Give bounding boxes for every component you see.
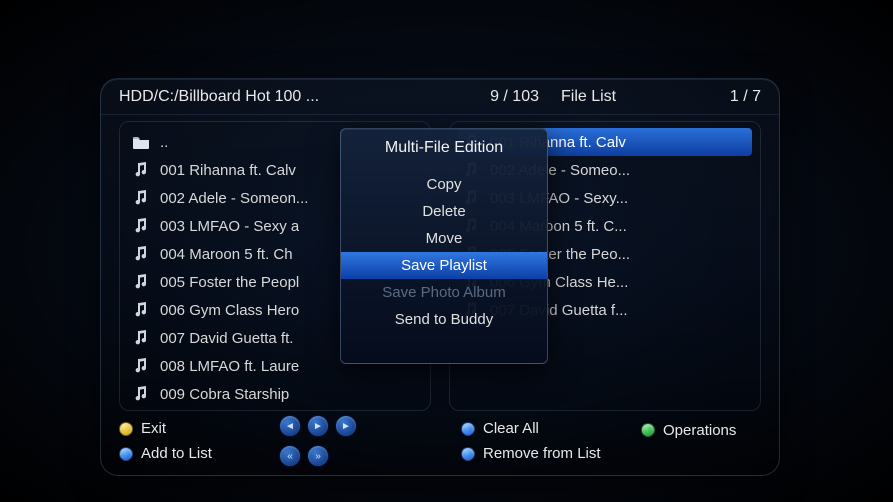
popup-title: Multi-File Edition	[341, 129, 547, 171]
playback-controls-row2: « »	[279, 445, 389, 467]
left-pane-counter: 9 / 103	[449, 88, 539, 106]
fast-forward-button[interactable]: »	[307, 445, 329, 467]
hint-add-to-list: Add to List	[119, 445, 269, 462]
music-note-icon	[132, 358, 150, 374]
music-note-icon	[132, 218, 150, 234]
right-pane-counter: 1 / 7	[671, 88, 761, 106]
yellow-dot-icon	[119, 422, 133, 436]
menu-item-delete[interactable]: Delete	[341, 198, 547, 225]
playback-controls-row1: ◄ ► ►	[279, 415, 389, 437]
music-note-icon	[132, 190, 150, 206]
music-note-icon	[132, 246, 150, 262]
footer-hints: Exit Add to List ◄ ► ► « » Clear All Rem…	[101, 411, 779, 471]
hint-exit: Exit	[119, 420, 269, 437]
list-item-label: 008 LMFAO ft. Laure	[160, 358, 299, 375]
folder-up-icon	[132, 135, 150, 149]
list-item-label: ..	[160, 134, 168, 151]
blue-dot-icon	[119, 447, 133, 461]
menu-item-move[interactable]: Move	[341, 225, 547, 252]
breadcrumb-path: HDD/C:/Billboard Hot 100 ...	[119, 88, 449, 106]
list-item-label: 009 Cobra Starship	[160, 386, 289, 403]
blue-dot-icon	[461, 422, 475, 436]
play-button[interactable]: ►	[307, 415, 329, 437]
menu-item-copy[interactable]: Copy	[341, 171, 547, 198]
music-note-icon	[132, 162, 150, 178]
green-dot-icon	[641, 423, 655, 437]
menu-item-save-photo-album: Save Photo Album	[341, 279, 547, 306]
menu-item-save-playlist[interactable]: Save Playlist	[341, 252, 547, 279]
list-item-label: 002 Adele - Someon...	[160, 190, 308, 207]
menu-item-send-to-buddy[interactable]: Send to Buddy	[341, 306, 547, 333]
prev-track-button[interactable]: ◄	[279, 415, 301, 437]
rewind-button[interactable]: «	[279, 445, 301, 467]
list-item-label: 003 LMFAO - Sexy a	[160, 218, 299, 235]
blue-dot-icon	[461, 447, 475, 461]
music-note-icon	[132, 274, 150, 290]
hint-clear-all: Clear All	[461, 420, 631, 437]
list-item-label: 004 Maroon 5 ft. Ch	[160, 246, 293, 263]
header-row: HDD/C:/Billboard Hot 100 ... 9 / 103 Fil…	[101, 79, 779, 115]
list-item-label: 001 Rihanna ft. Calv	[160, 162, 296, 179]
list-item-label: 006 Gym Class Hero	[160, 302, 299, 319]
file-list-heading: File List	[561, 88, 671, 106]
hint-remove-from-list: Remove from List	[461, 445, 631, 462]
music-note-icon	[132, 330, 150, 346]
next-track-button[interactable]: ►	[335, 415, 357, 437]
multi-file-edition-menu[interactable]: Multi-File Edition CopyDeleteMoveSave Pl…	[340, 128, 548, 364]
music-note-icon	[132, 386, 150, 402]
music-note-icon	[132, 302, 150, 318]
list-item-label: 005 Foster the Peopl	[160, 274, 299, 291]
list-item[interactable]: 009 Cobra Starship	[128, 380, 422, 408]
list-item-label: 007 David Guetta ft.	[160, 330, 293, 347]
hint-operations: Operations	[641, 422, 761, 439]
